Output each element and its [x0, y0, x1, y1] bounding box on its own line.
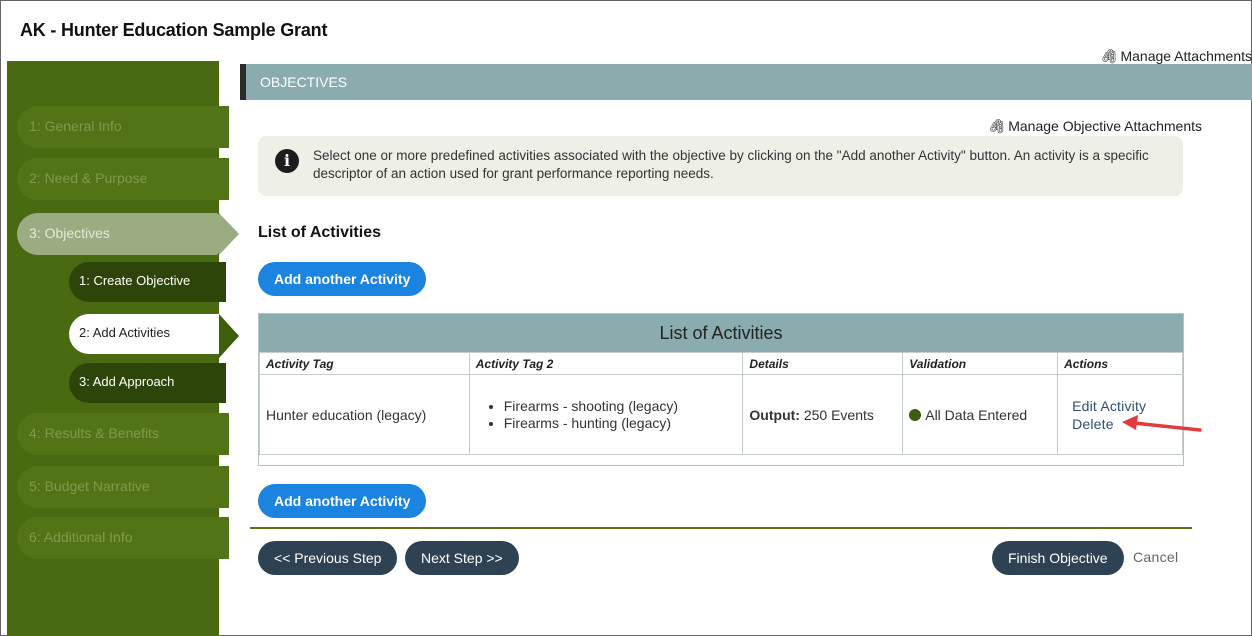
- manage-attachments-label: Manage Attachments: [1120, 48, 1252, 64]
- previous-step-button[interactable]: << Previous Step: [258, 541, 398, 575]
- details-label: Output:: [749, 406, 800, 423]
- sidebar-item-label: 2: Need & Purpose: [29, 170, 148, 186]
- cancel-link[interactable]: Cancel: [1133, 549, 1178, 565]
- sidebar-item-label: 4: Results & Benefits: [29, 425, 159, 441]
- status-dot-icon: [909, 408, 922, 421]
- sidebar-item-label: 3: Objectives: [29, 225, 110, 241]
- sidebar: 1: General Info 2: Need & Purpose 3: Obj…: [7, 61, 241, 636]
- column-header: Activity Tag: [259, 352, 470, 375]
- sidebar-item-additional-info[interactable]: 6: Additional Info: [17, 517, 229, 559]
- grant-title: AK - Hunter Education Sample Grant: [20, 20, 328, 40]
- sidebar-item-need-purpose[interactable]: 2: Need & Purpose: [17, 158, 229, 200]
- column-header: Activity Tag 2: [468, 352, 744, 375]
- info-box: i Select one or more predefined activiti…: [258, 136, 1183, 196]
- sub-item-label: 3: Add Approach: [79, 374, 175, 389]
- table-caption: List of Activities: [259, 314, 1183, 352]
- column-header: Details: [742, 352, 904, 375]
- column-header: Validation: [902, 352, 1059, 375]
- sidebar-item-label: 1: General Info: [29, 118, 122, 134]
- finish-objective-button[interactable]: Finish Objective: [992, 541, 1124, 575]
- sub-item-add-activities[interactable]: 2: Add Activities: [69, 314, 241, 354]
- sidebar-item-objectives[interactable]: 3: Objectives: [17, 213, 237, 255]
- activity-tag-cell: Hunter education (legacy): [259, 374, 470, 455]
- column-header: Actions: [1057, 352, 1183, 375]
- edit-activity-link[interactable]: Edit Activity: [1064, 397, 1181, 415]
- active-step-pointer: [219, 213, 239, 255]
- sub-item-add-approach[interactable]: 3: Add Approach: [69, 363, 226, 403]
- activities-table: List of Activities Activity Tag Activity…: [258, 313, 1184, 466]
- table-row: Hunter education (legacy) Firearms - sho…: [259, 374, 1183, 455]
- paperclip-icon: 🖇︎: [1099, 48, 1118, 64]
- validation-status: All Data Entered: [925, 406, 1028, 423]
- sidebar-item-general-info[interactable]: 1: General Info: [17, 106, 229, 148]
- validation-cell: All Data Entered: [902, 374, 1059, 455]
- list-of-activities-heading: List of Activities: [258, 224, 381, 241]
- sidebar-item-label: 5: Budget Narrative: [29, 478, 150, 494]
- details-cell: Output: 250 Events: [742, 374, 904, 455]
- manage-objective-attachments-link[interactable]: 🖇︎ Manage Objective Attachments: [987, 118, 1202, 135]
- footer-divider: [250, 527, 1192, 529]
- list-item: Firearms - hunting (legacy): [504, 415, 742, 432]
- red-arrow-icon: [1122, 415, 1202, 432]
- info-text: Select one or more predefined activities…: [313, 148, 1149, 181]
- table-header-row: Activity Tag Activity Tag 2 Details Vali…: [259, 352, 1183, 375]
- manage-objective-attachments-label: Manage Objective Attachments: [1008, 118, 1202, 134]
- next-step-button[interactable]: Next Step >>: [405, 541, 519, 575]
- sidebar-item-budget-narrative[interactable]: 5: Budget Narrative: [17, 466, 229, 508]
- manage-attachments-link[interactable]: 🖇︎ Manage Attachments: [1100, 48, 1252, 65]
- list-item: Firearms - shooting (legacy): [504, 398, 742, 415]
- info-circle-icon: i: [275, 149, 299, 173]
- add-activity-button-top[interactable]: Add another Activity: [258, 262, 427, 296]
- paperclip-icon: 🖇︎: [987, 118, 1006, 134]
- sub-item-label: 1: Create Objective: [79, 273, 191, 288]
- sidebar-item-label: 6: Additional Info: [29, 529, 133, 545]
- activities-grid: Activity Tag Activity Tag 2 Details Vali…: [259, 352, 1183, 455]
- sub-item-create-objective[interactable]: 1: Create Objective: [69, 262, 226, 302]
- details-value: 250 Events: [803, 406, 874, 423]
- sub-item-label: 2: Add Activities: [79, 325, 171, 340]
- activity-tag-2-cell: Firearms - shooting (legacy) Firearms - …: [468, 374, 744, 455]
- current-substep-pointer: [219, 314, 239, 358]
- add-activity-button-bottom[interactable]: Add another Activity: [258, 484, 427, 518]
- sidebar-item-results-benefits[interactable]: 4: Results & Benefits: [17, 413, 229, 455]
- section-header: OBJECTIVES: [240, 64, 1252, 100]
